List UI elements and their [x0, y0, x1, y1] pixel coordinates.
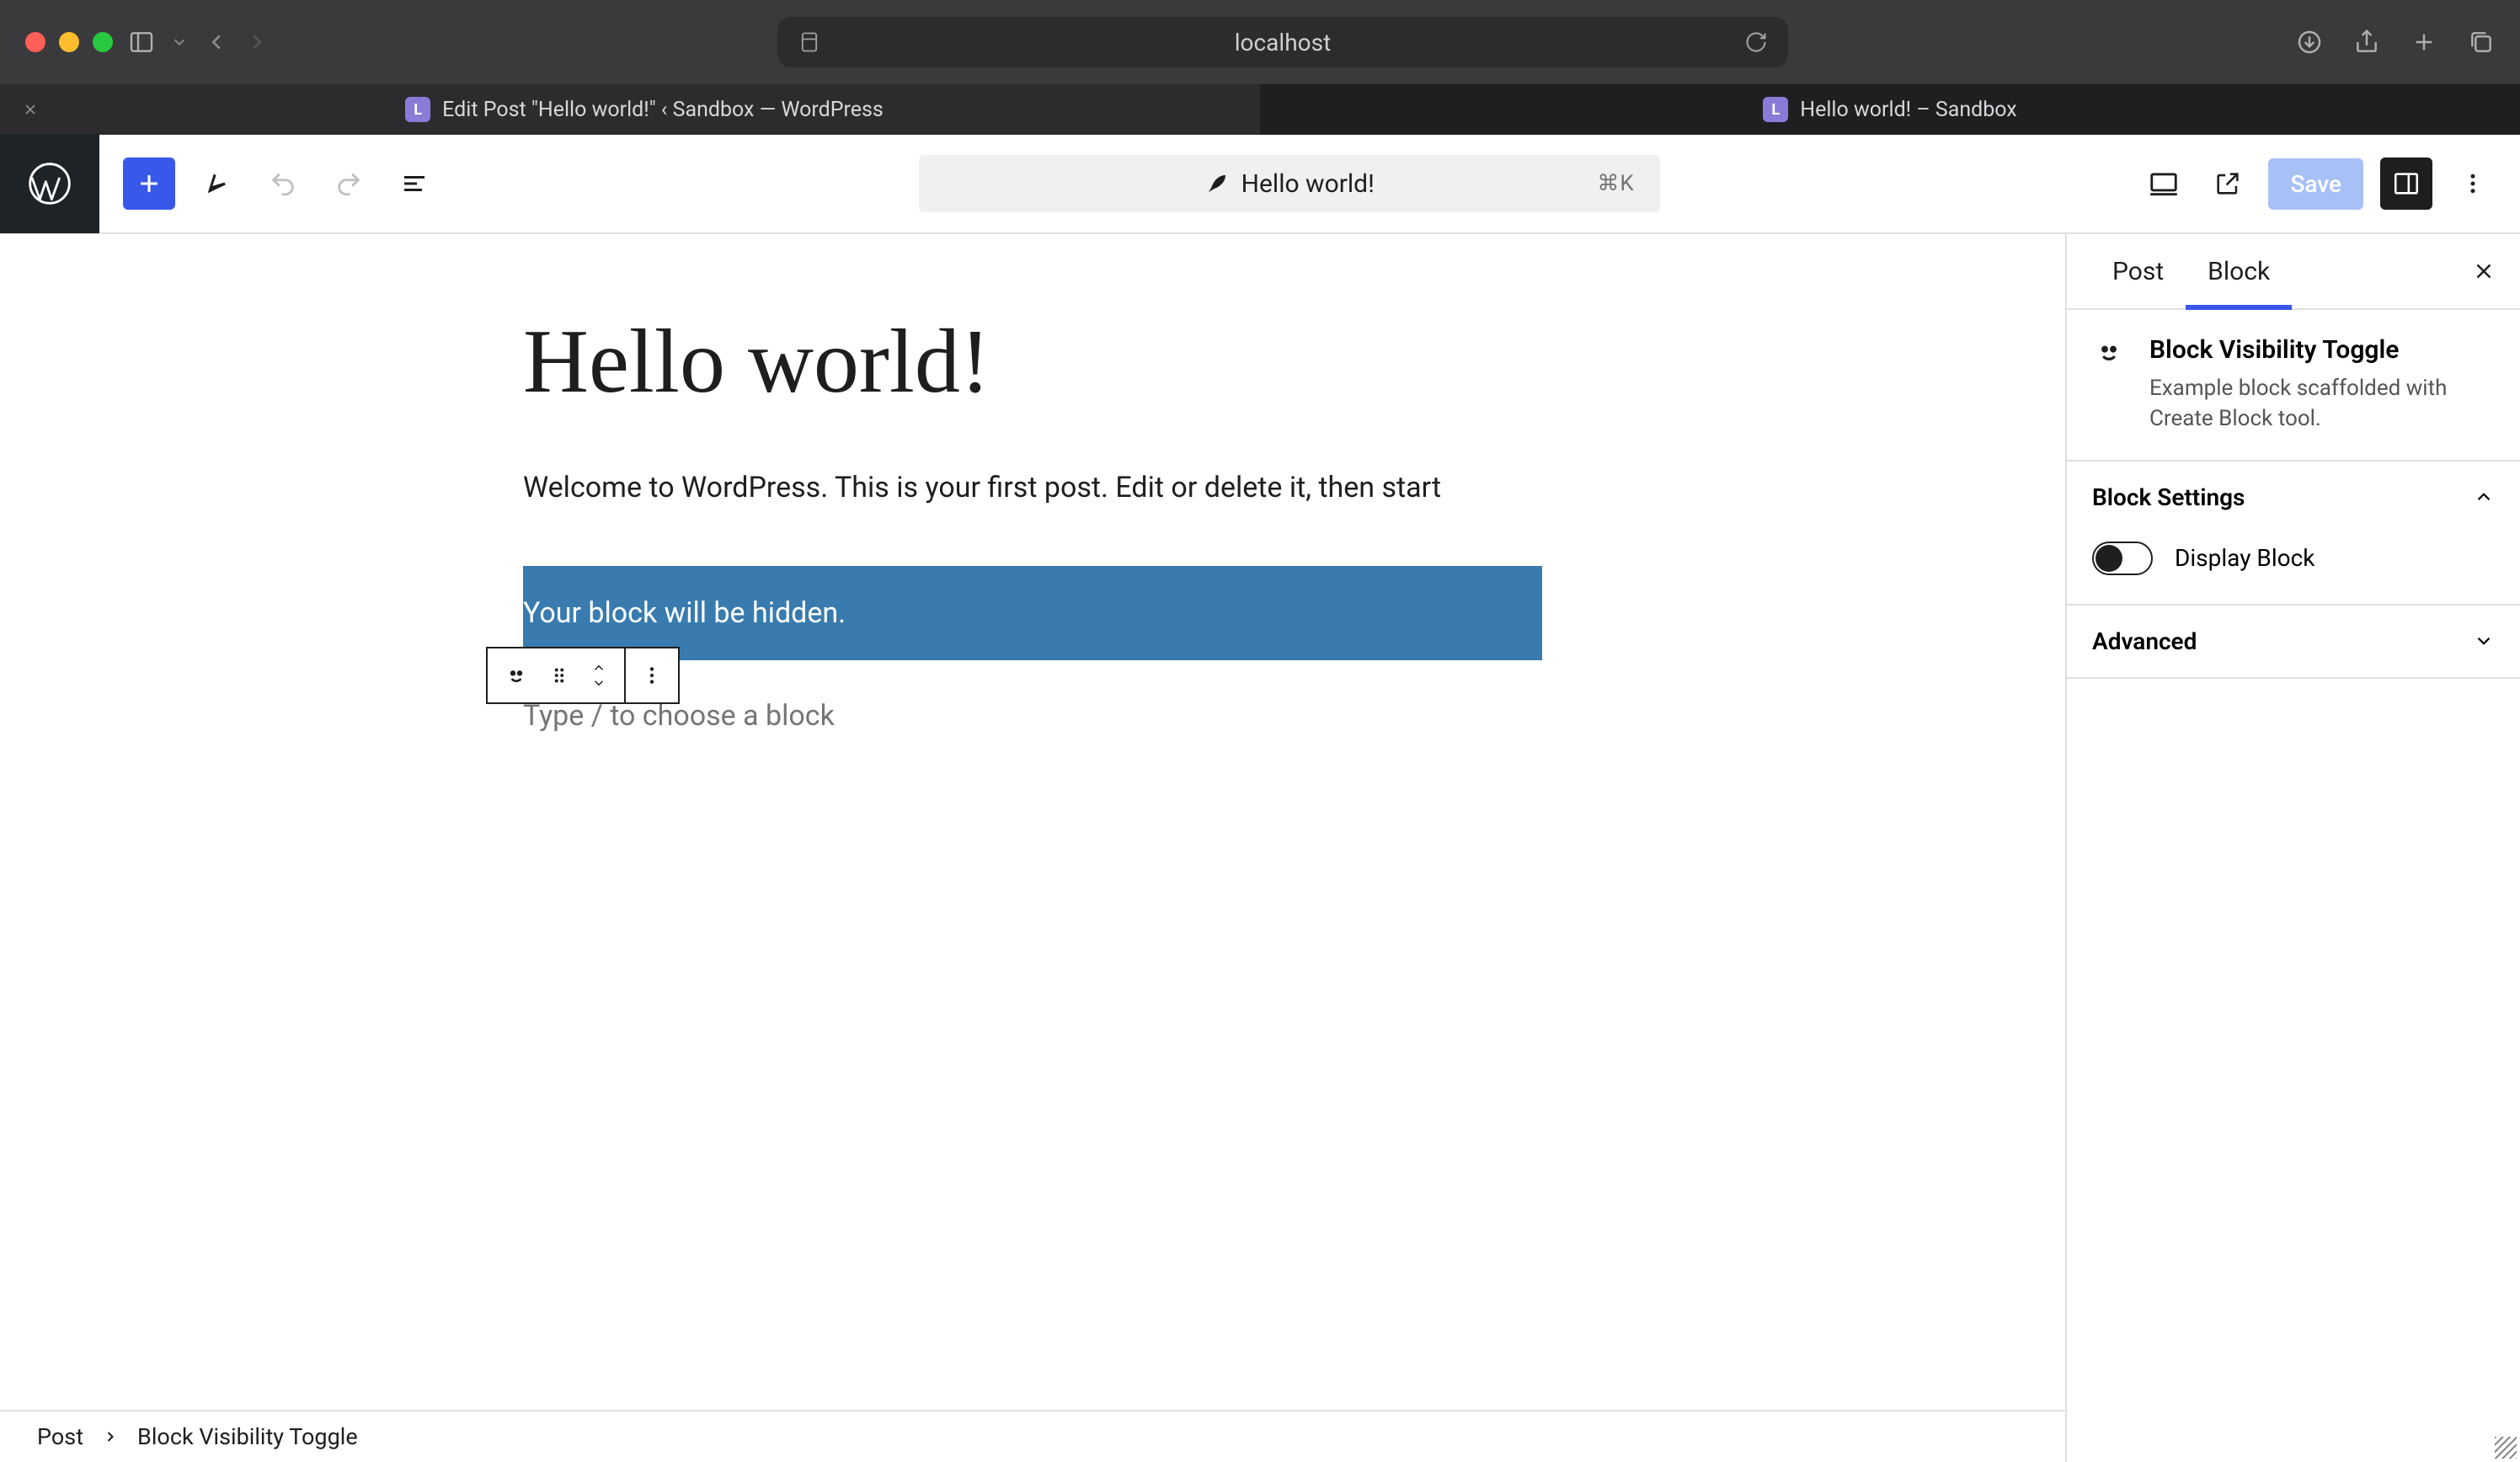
close-icon[interactable] [22, 101, 39, 118]
display-block-label: Display Block [2175, 544, 2314, 572]
block-more-icon[interactable] [641, 664, 663, 686]
default-block-appender[interactable]: Type / to choose a block [523, 699, 1542, 733]
more-options-icon[interactable] [2449, 160, 2496, 207]
browser-tab-edit-post[interactable]: L Edit Post "Hello world!" ‹ Sandbox — W… [0, 84, 1260, 135]
address-bar-wrap: localhost [285, 17, 2281, 67]
section-advanced: Advanced [2067, 606, 2520, 679]
forward-icon [244, 29, 270, 55]
browser-tabs: L Edit Post "Hello world!" ‹ Sandbox — W… [0, 84, 2520, 135]
document-title-wrap: Hello world! ⌘K [438, 155, 2140, 212]
smiley-icon [2092, 335, 2129, 435]
block-card-text: Block Visibility Toggle Example block sc… [2149, 335, 2495, 435]
favicon: L [405, 97, 430, 122]
tab-label: Hello world! – Sandbox [1800, 98, 2016, 122]
browser-tab-preview[interactable]: L Hello world! – Sandbox [1260, 84, 2520, 135]
address-bar[interactable]: localhost [777, 17, 1788, 67]
add-block-button[interactable] [123, 157, 175, 210]
sidebar-tabs: Post Block [2067, 234, 2520, 310]
block-card: Block Visibility Toggle Example block sc… [2067, 310, 2520, 462]
document-tools [99, 157, 438, 210]
feather-icon [1204, 171, 1230, 196]
display-block-toggle[interactable] [2092, 542, 2153, 575]
downloads-icon[interactable] [2296, 29, 2323, 56]
paragraph-block[interactable]: Welcome to WordPress. This is your first… [523, 465, 1542, 510]
address-text: localhost [1235, 29, 1331, 56]
section-header-block-settings[interactable]: Block Settings [2067, 462, 2520, 533]
tab-overview-icon[interactable] [2468, 29, 2495, 56]
site-settings-icon[interactable] [798, 30, 821, 54]
block-message: Your block will be hidden. [523, 596, 846, 630]
chevron-up-icon [2473, 486, 2495, 508]
tab-post[interactable]: Post [2090, 234, 2186, 308]
undo-icon [259, 160, 307, 207]
editor-topbar: Hello world! ⌘K Save [0, 135, 2520, 234]
editor-canvas[interactable]: Hello world! Welcome to WordPress. This … [0, 234, 2065, 1410]
tools-select-icon[interactable] [194, 160, 241, 207]
breadcrumb-current: Block Visibility Toggle [137, 1423, 358, 1450]
display-block-control: Display Block [2067, 533, 2520, 604]
block-breadcrumb: Post Block Visibility Toggle [0, 1410, 2065, 1462]
post-title[interactable]: Hello world! [523, 310, 1542, 414]
editor-right-tools: Save [2140, 157, 2520, 210]
block-movers[interactable] [589, 660, 609, 691]
chevron-down-icon[interactable] [170, 33, 189, 51]
shortcut-hint: ⌘K [1597, 171, 1634, 196]
save-button[interactable]: Save [2268, 158, 2363, 210]
document-overview-icon[interactable] [391, 160, 438, 207]
drag-handle-icon[interactable] [548, 664, 570, 686]
browser-toolbar: localhost [0, 0, 2520, 84]
settings-panel-toggle[interactable] [2380, 157, 2432, 210]
block-card-description: Example block scaffolded with Create Blo… [2149, 373, 2495, 435]
redo-icon [325, 160, 372, 207]
block-card-title: Block Visibility Toggle [2149, 335, 2495, 365]
back-icon[interactable] [204, 29, 229, 55]
sidebar-toggle-icon[interactable] [128, 29, 155, 56]
breadcrumb-root[interactable]: Post [37, 1423, 83, 1450]
block-toolbar [486, 647, 680, 704]
new-tab-icon[interactable] [2411, 29, 2437, 56]
section-title: Advanced [2092, 627, 2197, 655]
block-type-icon[interactable] [503, 662, 530, 689]
wordpress-editor: Hello world! ⌘K Save Hello world! Welcom… [0, 135, 2520, 1462]
view-post-icon[interactable] [2204, 160, 2251, 207]
section-header-advanced[interactable]: Advanced [2067, 606, 2520, 677]
traffic-zoom[interactable] [93, 32, 113, 52]
share-icon[interactable] [2353, 29, 2380, 56]
document-title-text: Hello world! [1241, 169, 1375, 199]
view-desktop-icon[interactable] [2140, 160, 2187, 207]
favicon: L [1763, 97, 1788, 122]
close-icon[interactable] [2471, 259, 2496, 284]
document-title-button[interactable]: Hello world! ⌘K [919, 155, 1660, 212]
chevron-right-icon [102, 1428, 119, 1445]
tab-block[interactable]: Block [2186, 234, 2292, 308]
block-toolbar-group-main [488, 648, 626, 702]
reload-icon[interactable] [1744, 30, 1768, 54]
section-title: Block Settings [2092, 483, 2245, 511]
move-down-icon[interactable] [589, 675, 609, 691]
traffic-close[interactable] [25, 32, 45, 52]
settings-sidebar: Post Block Block Visibility Toggle Examp… [2065, 234, 2520, 1462]
browser-right-controls [2296, 29, 2495, 56]
resize-corner[interactable] [2486, 1428, 2520, 1462]
wp-logo[interactable] [0, 134, 99, 233]
window-controls [25, 32, 113, 52]
section-block-settings: Block Settings Display Block [2067, 462, 2520, 606]
traffic-minimize[interactable] [59, 32, 79, 52]
block-toolbar-group-more [626, 648, 678, 702]
tab-label: Edit Post "Hello world!" ‹ Sandbox — Wor… [442, 98, 884, 122]
move-up-icon[interactable] [589, 660, 609, 675]
chevron-down-icon [2473, 630, 2495, 652]
